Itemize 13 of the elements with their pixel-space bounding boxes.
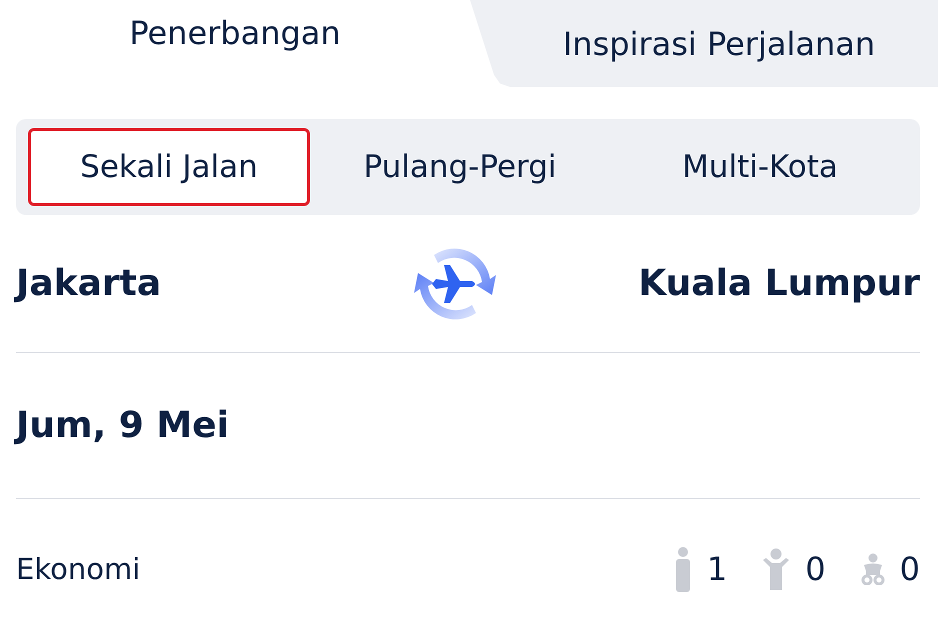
departure-date[interactable]: Jum, 9 Mei bbox=[16, 404, 229, 446]
child-icon bbox=[761, 548, 792, 590]
trip-type-option[interactable]: Sekali Jalan bbox=[28, 128, 310, 206]
passenger-count: 0 bbox=[900, 550, 920, 588]
destination-city[interactable]: Kuala Lumpur bbox=[638, 263, 920, 304]
trip-type-option[interactable]: Pulang-Pergi bbox=[310, 128, 610, 206]
origin-city[interactable]: Jakarta bbox=[16, 263, 162, 304]
baby-icon bbox=[860, 553, 886, 586]
passenger-count: 0 bbox=[805, 550, 826, 588]
passenger-count: 1 bbox=[706, 550, 728, 588]
trip-type-option[interactable]: Multi-Kota bbox=[610, 128, 910, 206]
cabin-class[interactable]: Ekonomi bbox=[16, 552, 140, 586]
tab[interactable]: Inspirasi Perjalanan bbox=[470, 0, 938, 87]
